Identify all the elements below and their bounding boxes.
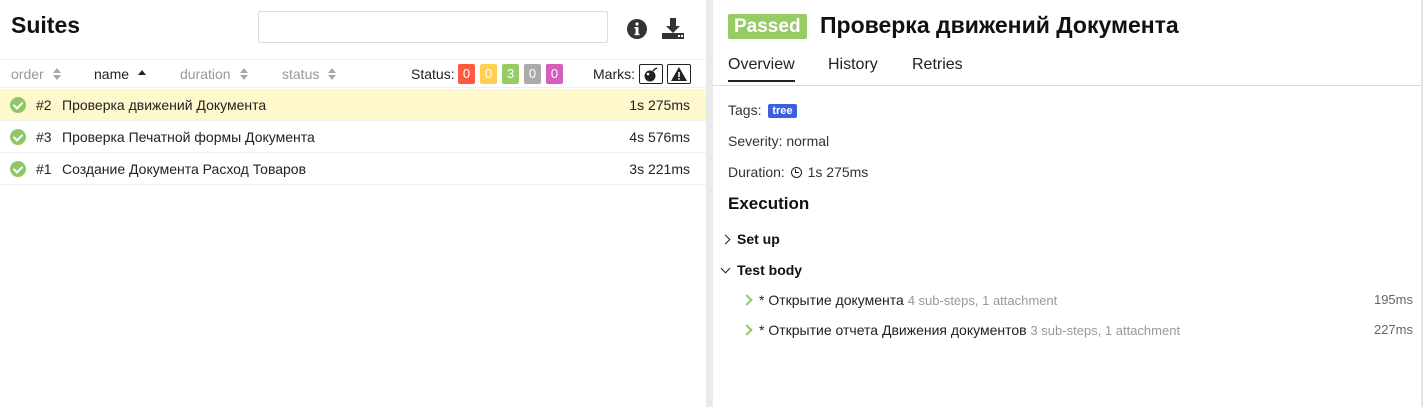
status-unknown-toggle[interactable]: 0 [546, 64, 563, 84]
test-row[interactable]: #3 Проверка Печатной формы Документа 4s … [0, 121, 706, 153]
passed-check-icon [10, 129, 26, 145]
test-row[interactable]: #2 Проверка движений Документа 1s 275ms [0, 89, 706, 121]
pane-splitter[interactable] [706, 0, 713, 407]
suites-title: Suites [11, 12, 81, 38]
sort-order[interactable]: order [11, 66, 62, 82]
test-number: #3 [36, 129, 52, 145]
severity-line: Severity: normal [728, 133, 830, 149]
suites-header: Suites [0, 0, 706, 58]
duration-label: Duration: [728, 164, 785, 180]
step-duration: 227ms [1373, 322, 1413, 337]
tags-line: Tags: tree [728, 102, 797, 118]
tags-label: Tags: [728, 102, 762, 118]
testbody-label: Test body [737, 262, 803, 278]
test-duration: 3s 221ms [629, 161, 690, 177]
tab-retries[interactable]: Retries [912, 56, 963, 74]
test-duration: 1s 275ms [629, 97, 690, 113]
sort-status-label: status [282, 66, 320, 82]
status-badge: Passed [728, 14, 807, 39]
step-duration: 195ms [1373, 292, 1413, 307]
tag-badge[interactable]: tree [768, 104, 797, 118]
test-number: #2 [36, 97, 52, 113]
suites-pane: Suites order name duration status Status… [0, 0, 706, 407]
test-list: #2 Проверка движений Документа 1s 275ms … [0, 89, 706, 185]
detail-tabs: Overview History Retries [713, 50, 1423, 86]
info-icon[interactable] [626, 18, 648, 40]
sort-status[interactable]: status [282, 66, 337, 82]
chevron-down-icon [720, 263, 731, 274]
marks-label: Marks: [593, 66, 635, 82]
sort-name-label: name [94, 66, 130, 82]
warning-icon [671, 67, 687, 81]
step-name: * Открытие отчета Движения документов [759, 322, 1027, 338]
status-passed-toggle[interactable]: 3 [502, 64, 519, 84]
search-input[interactable] [258, 11, 608, 43]
test-duration: 4s 576ms [629, 129, 690, 145]
passed-check-icon [10, 97, 26, 113]
test-name: Создание Документа Расход Товаров [62, 161, 307, 177]
new-failed-mark-toggle[interactable] [667, 64, 691, 84]
sort-duration-label: duration [180, 66, 231, 82]
flaky-mark-toggle[interactable] [639, 64, 663, 84]
setup-label: Set up [737, 231, 780, 247]
test-title: Проверка движений Документа [820, 12, 1179, 38]
sort-arrows-icon [52, 67, 62, 81]
testbody-section-toggle[interactable]: Test body [720, 262, 803, 278]
chevron-right-icon [741, 294, 753, 306]
test-details-pane: Passed Проверка движений Документа Overv… [713, 0, 1423, 407]
sort-name[interactable]: name [94, 66, 147, 82]
step-name: * Открытие документа [759, 292, 904, 308]
sort-order-label: order [11, 66, 44, 82]
chevron-right-icon [741, 324, 753, 336]
bomb-icon [644, 67, 658, 82]
setup-section-toggle[interactable]: Set up [720, 231, 780, 247]
test-number: #1 [36, 161, 52, 177]
chevron-right-icon [720, 234, 731, 245]
test-name: Проверка движений Документа [62, 97, 267, 113]
sort-bar: order name duration status Status: 0 0 3… [0, 59, 706, 88]
tab-overview[interactable]: Overview [728, 56, 795, 82]
step-meta: 4 sub-steps, 1 attachment [907, 293, 1058, 308]
duration-line: Duration: 1s 275ms [728, 164, 868, 180]
execution-title: Execution [728, 194, 810, 213]
step-meta: 3 sub-steps, 1 attachment [1030, 323, 1181, 338]
passed-check-icon [10, 161, 26, 177]
test-row[interactable]: #1 Создание Документа Расход Товаров 3s … [0, 153, 706, 185]
sort-arrows-icon [239, 67, 249, 81]
sort-duration[interactable]: duration [180, 66, 249, 82]
step-row[interactable]: * Открытие отчета Движения документов 3 … [741, 322, 1413, 344]
download-icon[interactable] [661, 16, 685, 40]
status-broken-toggle[interactable]: 0 [480, 64, 497, 84]
sort-arrows-icon [327, 67, 337, 81]
step-row[interactable]: * Открытие документа 4 sub-steps, 1 atta… [741, 292, 1413, 314]
duration-value: 1s 275ms [807, 164, 869, 180]
tab-history[interactable]: History [828, 56, 878, 74]
status-skipped-toggle[interactable]: 0 [524, 64, 541, 84]
status-filter-label: Status: [411, 66, 455, 82]
sort-asc-icon [137, 67, 147, 81]
test-name: Проверка Печатной формы Документа [62, 129, 315, 145]
clock-icon [790, 167, 802, 178]
status-failed-toggle[interactable]: 0 [458, 64, 475, 84]
